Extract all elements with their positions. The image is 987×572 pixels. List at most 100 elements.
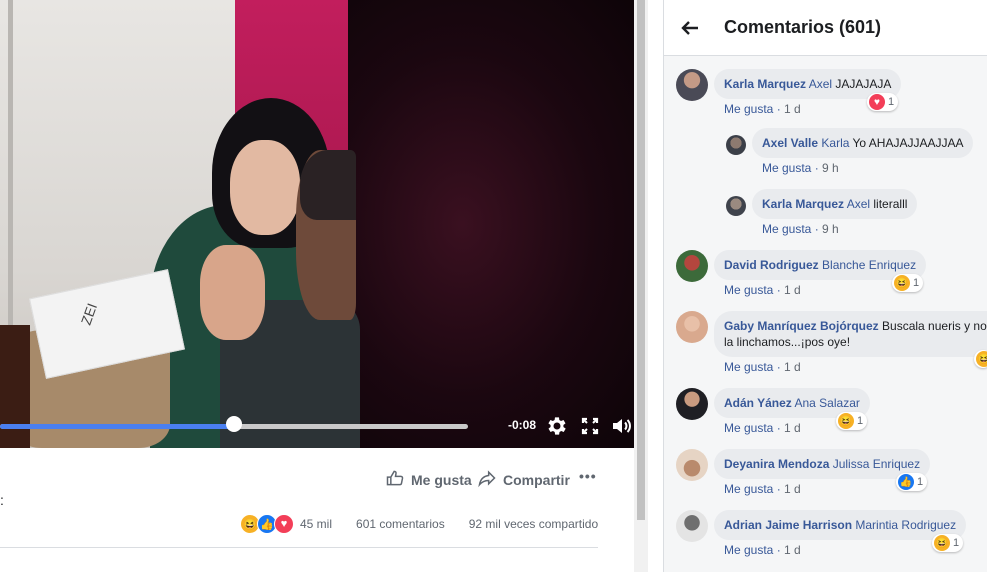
comment-tag[interactable]: Ana Salazar: [794, 396, 859, 410]
reply-bubble: Axel Valle Karla Yo AHAJAJJAAJJAA: [752, 128, 974, 158]
reaction-badge[interactable]: ♥ 1: [867, 93, 899, 111]
comment-text: JAJAJAJA: [835, 77, 892, 91]
comment-author[interactable]: Deyanira Mendoza: [724, 457, 829, 471]
divider: [0, 547, 598, 548]
comment-bubble: Gaby Manríquez Bojórquez Buscala nueris …: [714, 311, 987, 357]
reaction-badge[interactable]: 😆 1: [892, 274, 924, 292]
comment-text: Yo AHAJAJJAAJJAA: [852, 136, 964, 150]
love-reaction-icon: ♥: [869, 94, 885, 110]
avatar[interactable]: [676, 250, 708, 282]
comment-meta: Me gusta · 1 d: [724, 421, 801, 435]
comment-like-link[interactable]: Me gusta: [724, 283, 773, 297]
reaction-badge-count: 1: [913, 277, 920, 289]
volume-icon[interactable]: [610, 414, 634, 438]
shares-count[interactable]: 92 mil veces compartido: [469, 517, 598, 531]
love-reaction-icon: ♥: [274, 514, 294, 534]
progress-handle[interactable]: [226, 416, 242, 432]
comment-like-link[interactable]: Me gusta: [762, 161, 811, 175]
video-player[interactable]: ZEI -0:08: [0, 0, 634, 448]
page-scrollbar-thumb[interactable]: [637, 0, 645, 520]
reaction-badge[interactable]: 😆 1: [932, 534, 964, 552]
time-remaining: -0:08: [508, 418, 537, 432]
reply-bubble: Karla Marquez Axel literalll: [752, 189, 918, 219]
post-stats: 😆 👍 ♥ 45 mil 601 comentarios 92 mil vece…: [240, 514, 598, 534]
comment-meta: Me gusta · 1 d: [724, 102, 801, 116]
avatar[interactable]: [726, 196, 746, 216]
avatar[interactable]: [726, 135, 746, 155]
share-button[interactable]: Compartir: [477, 468, 570, 491]
comment-author[interactable]: David Rodriguez: [724, 258, 819, 272]
avatar[interactable]: [676, 388, 708, 420]
back-arrow-icon[interactable]: [678, 16, 702, 40]
avatar[interactable]: [676, 449, 708, 481]
comment-tag[interactable]: Julissa Enriquez: [833, 457, 920, 471]
comment-time[interactable]: 1 d: [784, 482, 801, 496]
comment-bubble: Deyanira Mendoza Julissa Enriquez: [714, 449, 931, 479]
comment-author[interactable]: Adrian Jaime Harrison: [724, 518, 852, 532]
comment-like-link[interactable]: Me gusta: [724, 482, 773, 496]
comment-author[interactable]: Gaby Manríquez Bojórquez: [724, 319, 879, 333]
comment-time[interactable]: 1 d: [784, 360, 801, 374]
share-button-label: Compartir: [503, 471, 570, 488]
video-frame-man-hair: [300, 150, 356, 220]
reaction-badge-count: 1: [888, 96, 895, 108]
avatar[interactable]: [676, 311, 708, 343]
comment-meta: Me gusta · 1 d: [724, 543, 801, 557]
avatar[interactable]: [676, 510, 708, 542]
reaction-summary[interactable]: 😆 👍 ♥: [240, 514, 294, 534]
reaction-badge[interactable]: 😆: [974, 350, 987, 368]
comments-title: Comentarios (601): [724, 17, 882, 37]
reaction-badge-count: 1: [953, 537, 960, 549]
haha-reaction-icon: 😆: [838, 413, 854, 429]
comment-time[interactable]: 1 d: [784, 102, 801, 116]
more-options-button[interactable]: •••: [579, 468, 597, 484]
comment-time[interactable]: 1 d: [784, 543, 801, 557]
comment-author[interactable]: Adán Yánez: [724, 396, 792, 410]
post-text-fragment: :: [0, 492, 4, 508]
like-button[interactable]: Me gusta: [385, 468, 472, 491]
comment-tag[interactable]: Marintia Rodriguez: [855, 518, 956, 532]
comment-tag[interactable]: Axel: [847, 197, 870, 211]
like-button-label: Me gusta: [411, 471, 472, 488]
comment-like-link[interactable]: Me gusta: [724, 543, 773, 557]
comment-like-link[interactable]: Me gusta: [724, 421, 773, 435]
comment-tag[interactable]: Karla: [821, 136, 849, 150]
comment-meta: Me gusta · 9 h: [762, 222, 839, 236]
video-frame-hand: [200, 245, 265, 340]
comment-tag[interactable]: Blanche Enriquez: [822, 258, 916, 272]
comments-count[interactable]: 601 comentarios: [356, 517, 445, 531]
video-frame-woman-face: [230, 140, 300, 235]
comment-like-link[interactable]: Me gusta: [724, 102, 773, 116]
fullscreen-icon[interactable]: [578, 414, 602, 438]
reaction-badge[interactable]: 😆 1: [836, 412, 868, 430]
comment-tag[interactable]: Axel: [809, 77, 832, 91]
haha-reaction-icon: 😆: [934, 535, 950, 551]
comment-meta: Me gusta · 1 d: [724, 283, 801, 297]
haha-reaction-icon: 😆: [976, 351, 987, 367]
comment-time[interactable]: 9 h: [822, 161, 839, 175]
comment-meta: Me gusta · 9 h: [762, 161, 839, 175]
comments-list: Karla Marquez Axel JAJAJAJA ♥ 1 Me gusta…: [664, 56, 987, 572]
comment-bubble: Adrian Jaime Harrison Marintia Rodriguez: [714, 510, 967, 540]
settings-gear-icon[interactable]: [545, 414, 569, 438]
comment-like-link[interactable]: Me gusta: [762, 222, 811, 236]
reaction-badge-count: 1: [917, 476, 924, 488]
comment-time[interactable]: 9 h: [822, 222, 839, 236]
comment-text-line2: la linchamos...¡pos oye!: [724, 335, 851, 349]
reaction-badge[interactable]: 👍 1: [896, 473, 928, 491]
video-frame-dark-area: [348, 0, 634, 448]
comment-time[interactable]: 1 d: [784, 421, 801, 435]
comment-text: literalll: [873, 197, 908, 211]
comments-panel: Comentarios (601) Karla Marquez Axel JAJ…: [663, 0, 987, 572]
comment-author[interactable]: Karla Marquez: [762, 197, 844, 211]
post-footer: : Me gusta Compartir ••• 😆 👍 ♥ 45 mil 60…: [0, 448, 634, 572]
comment-like-link[interactable]: Me gusta: [724, 360, 773, 374]
comment-author[interactable]: Karla Marquez: [724, 77, 806, 91]
comment-meta: Me gusta · 1 d: [724, 360, 801, 374]
like-reaction-icon: 👍: [898, 474, 914, 490]
share-arrow-icon: [477, 468, 497, 491]
comment-author[interactable]: Axel Valle: [762, 136, 818, 150]
reaction-count[interactable]: 45 mil: [300, 517, 332, 531]
comment-time[interactable]: 1 d: [784, 283, 801, 297]
avatar[interactable]: [676, 69, 708, 101]
